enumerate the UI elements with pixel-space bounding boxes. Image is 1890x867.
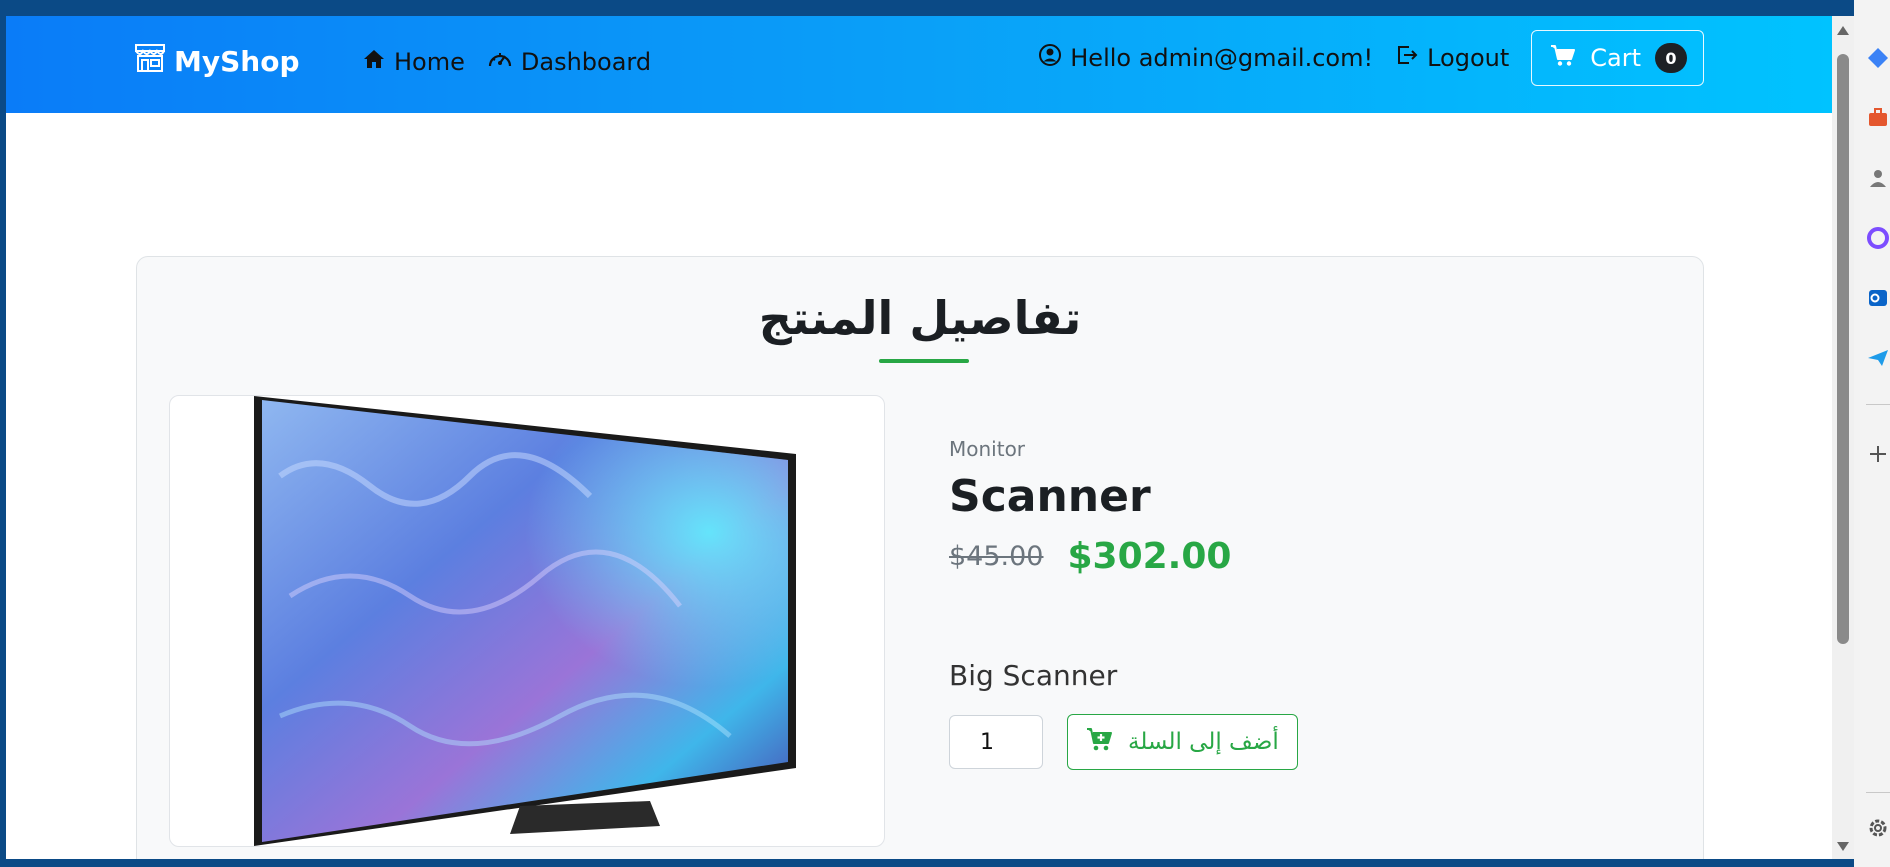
- scroll-up-arrow[interactable]: [1837, 26, 1849, 35]
- product-info: Monitor Scanner $45.00 $302.00 Big Scann…: [949, 437, 1649, 770]
- page-title: تفاصيل المنتج: [758, 291, 1082, 345]
- tools-icon[interactable]: [1866, 106, 1890, 130]
- cart-label: Cart: [1590, 44, 1641, 72]
- add-to-cart-button[interactable]: أضف إلى السلة: [1067, 714, 1298, 770]
- copilot-icon[interactable]: [1866, 46, 1890, 70]
- product-image: [169, 395, 885, 847]
- current-price: $302.00: [1067, 536, 1232, 577]
- old-price: $45.00: [949, 541, 1044, 572]
- send-icon[interactable]: [1866, 346, 1890, 370]
- cart-button[interactable]: Cart 0: [1531, 30, 1704, 86]
- brand-link[interactable]: MyShop: [134, 43, 300, 80]
- logout-icon: [1395, 43, 1419, 73]
- cart-count-badge: 0: [1655, 43, 1687, 73]
- product-name: Scanner: [949, 471, 1151, 522]
- person-icon[interactable]: [1866, 166, 1890, 190]
- side-panel-divider: [1866, 404, 1890, 405]
- greeting-text: Hello admin@gmail.com!: [1070, 44, 1374, 72]
- product-details-card: تفاصيل المنتج Monitor Scanner $45.00 $30…: [136, 256, 1704, 859]
- nav-dashboard-label: Dashboard: [520, 48, 652, 76]
- browser-page: MyShop Home Dashboard Hello admin@gmail.…: [6, 16, 1832, 859]
- product-category: Monitor: [949, 437, 1026, 461]
- outlook-icon[interactable]: [1866, 286, 1890, 310]
- office-icon[interactable]: [1866, 226, 1890, 250]
- purchase-actions: أضف إلى السلة: [949, 714, 1649, 770]
- quantity-input[interactable]: [949, 715, 1043, 769]
- nav-home-label: Home: [394, 48, 465, 76]
- nav-user-area: Hello admin@gmail.com! Logout Cart 0: [1038, 30, 1704, 86]
- vertical-scrollbar[interactable]: [1832, 16, 1854, 859]
- scroll-down-arrow[interactable]: [1837, 842, 1849, 851]
- house-icon: [362, 48, 386, 76]
- logout-link[interactable]: Logout: [1395, 43, 1509, 73]
- store-icon: [134, 43, 166, 80]
- person-circle-icon: [1038, 43, 1062, 73]
- nav-home-link[interactable]: Home: [362, 48, 465, 76]
- logout-label: Logout: [1427, 44, 1510, 72]
- browser-side-panel: [1854, 0, 1890, 867]
- nav-dashboard-link[interactable]: Dashboard: [487, 48, 651, 76]
- cart-icon: [1550, 43, 1576, 73]
- product-description: Big Scanner: [949, 659, 1118, 692]
- top-navbar: MyShop Home Dashboard Hello admin@gmail.…: [6, 16, 1832, 113]
- add-to-cart-label: أضف إلى السلة: [1128, 729, 1279, 755]
- user-greeting: Hello admin@gmail.com!: [1038, 43, 1373, 73]
- title-underline: [879, 359, 969, 363]
- brand-name: MyShop: [174, 45, 300, 78]
- tv-illustration: [254, 396, 796, 846]
- nav-links: Home Dashboard: [362, 48, 651, 76]
- add-icon[interactable]: [1866, 442, 1890, 466]
- settings-icon[interactable]: [1866, 816, 1890, 840]
- cart-plus-icon: [1086, 726, 1114, 758]
- side-panel-divider-bottom: [1866, 792, 1890, 793]
- price-row: $45.00 $302.00: [949, 536, 1649, 577]
- scroll-thumb[interactable]: [1837, 54, 1849, 644]
- speedometer-icon: [487, 48, 513, 76]
